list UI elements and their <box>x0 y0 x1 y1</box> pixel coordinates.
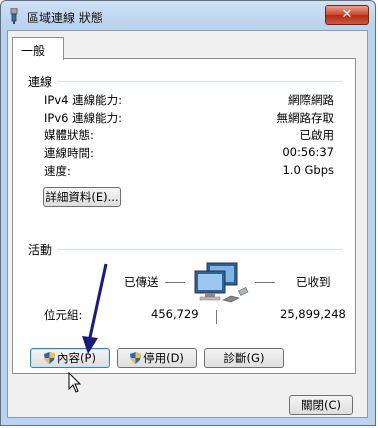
uac-shield-icon <box>44 352 56 364</box>
uac-shield-icon <box>130 352 142 364</box>
received-label: 已收到 <box>296 275 331 289</box>
ipv6-value: 無網路存取 <box>276 111 335 125</box>
close-button[interactable]: 關閉(C) <box>289 395 353 415</box>
tab-general[interactable]: 一般 <box>12 37 64 60</box>
network-computers-icon <box>194 262 249 303</box>
speed-value: 1.0 Gbps <box>282 163 334 177</box>
diagnose-button[interactable]: 診斷(G) <box>204 348 284 368</box>
ipv4-value: 網際網路 <box>288 93 334 107</box>
bytes-sent-value: 456,729 <box>151 307 199 321</box>
tab-general-label: 一般 <box>21 44 46 58</box>
sent-line <box>165 282 185 283</box>
mouse-cursor-icon <box>68 372 82 393</box>
media-state-value: 已啟用 <box>299 128 335 142</box>
speed-label: 速度: <box>44 164 71 178</box>
bytes-label: 位元組: <box>44 308 83 322</box>
duration-value: 00:56:37 <box>282 145 334 159</box>
window-title: 區域連線 狀態 <box>27 11 103 25</box>
ipv6-label: IPv6 連線能力: <box>44 111 122 125</box>
title-bar[interactable]: 區域連線 狀態 ✕ <box>1 1 375 31</box>
activity-heading: 活動 <box>28 243 53 257</box>
annotation-arrow-icon <box>82 263 108 354</box>
ipv4-label: IPv4 連線能力: <box>44 93 122 107</box>
connection-heading: 連線 <box>28 75 53 89</box>
activity-divider <box>58 249 342 250</box>
network-cable-icon <box>10 8 18 24</box>
close-window-button[interactable]: ✕ <box>325 5 369 25</box>
sent-label: 已傳送 <box>124 275 159 289</box>
disable-button-label: 停用(D) <box>143 351 184 365</box>
connection-divider <box>58 81 342 82</box>
bytes-received-value: 25,899,248 <box>280 307 346 321</box>
duration-label: 連線時間: <box>44 146 94 160</box>
received-line <box>255 282 275 283</box>
connector-line <box>216 310 217 324</box>
details-button[interactable]: 詳細資料(E)... <box>43 187 121 207</box>
media-state-label: 媒體狀態: <box>44 128 94 142</box>
disable-button[interactable]: 停用(D) <box>117 348 197 368</box>
